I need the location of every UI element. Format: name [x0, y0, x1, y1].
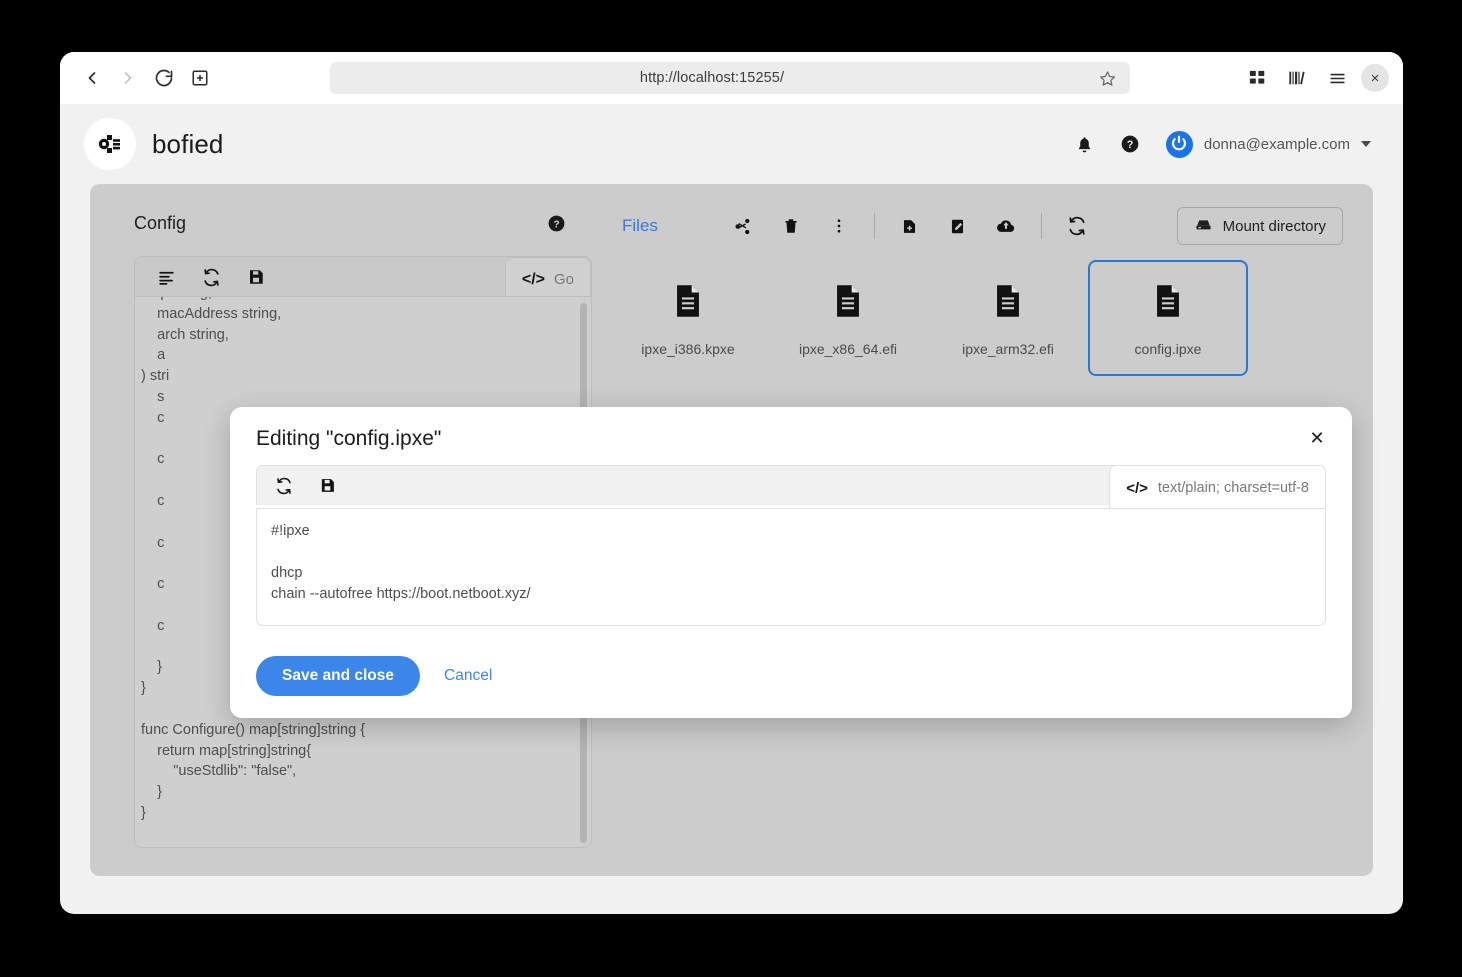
file-tile-selected[interactable]: config.ipxe	[1088, 260, 1248, 376]
reload-button[interactable]	[146, 60, 182, 96]
share-icon[interactable]	[730, 213, 756, 239]
header-actions: ? donna@example.com	[1075, 131, 1371, 158]
file-tile[interactable]: ipxe_x86_64.efi	[768, 260, 928, 376]
menu-icon[interactable]	[1321, 62, 1353, 94]
file-icon	[993, 284, 1023, 323]
forward-button[interactable]	[110, 60, 146, 96]
save-and-close-button[interactable]: Save and close	[256, 656, 420, 696]
format-icon[interactable]	[157, 268, 176, 287]
brand-name: bofied	[152, 129, 223, 160]
dialog-title: Editing "config.ipxe"	[256, 427, 441, 451]
config-editor-toolbar	[135, 257, 533, 297]
browser-window: http://localhost:15255/ ×	[60, 52, 1403, 914]
toolbar-divider-1	[874, 213, 875, 239]
close-icon[interactable]: ✕	[1306, 427, 1328, 449]
files-grid: ipxe_i386.kpxe ipxe_x86_64.efi ipxe_arm3…	[608, 260, 1343, 376]
files-toolbar: Files	[608, 206, 1343, 246]
files-action-group-2	[897, 213, 1019, 239]
create-file-icon[interactable]	[897, 213, 923, 239]
file-tile[interactable]: ipxe_i386.kpxe	[608, 260, 768, 376]
more-options-icon[interactable]	[826, 213, 852, 239]
mime-type-tab[interactable]: </> text/plain; charset=utf-8	[1109, 465, 1326, 510]
files-title[interactable]: Files	[622, 216, 658, 236]
file-tile[interactable]: ipxe_arm32.efi	[928, 260, 1088, 376]
page-title: Config	[134, 213, 186, 234]
save-icon[interactable]	[247, 268, 265, 286]
config-help-icon[interactable]: ?	[547, 214, 566, 233]
bookmark-icon[interactable]	[1094, 65, 1120, 91]
file-icon	[833, 284, 863, 323]
file-name: config.ipxe	[1135, 341, 1202, 357]
svg-text:?: ?	[1127, 139, 1134, 151]
extensions-icon[interactable]	[1241, 62, 1273, 94]
save-icon[interactable]	[319, 477, 336, 494]
file-icon	[673, 284, 703, 323]
user-email: donna@example.com	[1204, 136, 1350, 153]
chevron-down-icon[interactable]	[1361, 141, 1371, 147]
back-button[interactable]	[74, 60, 110, 96]
file-content-textarea[interactable]: #!ipxe dhcp chain --autofree https://boo…	[256, 508, 1326, 626]
close-icon[interactable]: ×	[1361, 64, 1389, 92]
library-icon[interactable]	[1281, 62, 1313, 94]
help-icon[interactable]: ?	[1120, 134, 1140, 154]
files-action-group-1	[730, 213, 852, 239]
upload-icon[interactable]	[993, 213, 1019, 239]
toolbar-divider-2	[1041, 213, 1042, 239]
code-icon: </>	[1126, 480, 1148, 497]
bell-icon[interactable]	[1075, 135, 1094, 154]
browser-toolbar: http://localhost:15255/ ×	[60, 52, 1403, 104]
logo-icon	[84, 118, 136, 170]
avatar	[1166, 131, 1193, 158]
svg-text:?: ?	[553, 219, 559, 230]
config-pane-header: Config ?	[134, 206, 572, 240]
language-tab-label: Go	[554, 271, 574, 288]
browser-controls: ×	[1241, 62, 1389, 94]
dialog-actions: Save and close Cancel	[256, 656, 506, 696]
file-name: ipxe_arm32.efi	[962, 341, 1054, 357]
storage-icon	[1194, 215, 1213, 238]
files-refresh-icon[interactable]	[1064, 213, 1090, 239]
file-name: ipxe_x86_64.efi	[799, 341, 897, 357]
config-editor-shell: </> Go	[134, 256, 592, 297]
file-name: ipxe_i386.kpxe	[641, 341, 734, 357]
edit-file-dialog: Editing "config.ipxe" ✕ </> text/plain; …	[230, 407, 1352, 718]
cancel-button[interactable]: Cancel	[430, 667, 506, 685]
url-text[interactable]: http://localhost:15255/	[330, 70, 1094, 86]
mime-type-label: text/plain; charset=utf-8	[1158, 480, 1309, 496]
file-icon	[1153, 284, 1183, 323]
delete-icon[interactable]	[778, 213, 804, 239]
edit-file-icon[interactable]	[945, 213, 971, 239]
new-tab-button[interactable]	[182, 60, 218, 96]
app-header: bofied ? donna@example.com	[60, 104, 1403, 184]
refresh-icon[interactable]	[275, 477, 293, 495]
mount-directory-button[interactable]: Mount directory	[1177, 207, 1343, 245]
code-icon: </>	[522, 271, 545, 289]
dialog-editor-toolbar	[256, 465, 1130, 505]
user-menu[interactable]: donna@example.com	[1166, 131, 1371, 158]
language-tab-go[interactable]: </> Go	[505, 257, 591, 301]
brand[interactable]: bofied	[84, 118, 223, 170]
mount-directory-label: Mount directory	[1223, 218, 1326, 235]
refresh-icon[interactable]	[202, 268, 221, 287]
address-bar[interactable]: http://localhost:15255/	[330, 62, 1130, 94]
